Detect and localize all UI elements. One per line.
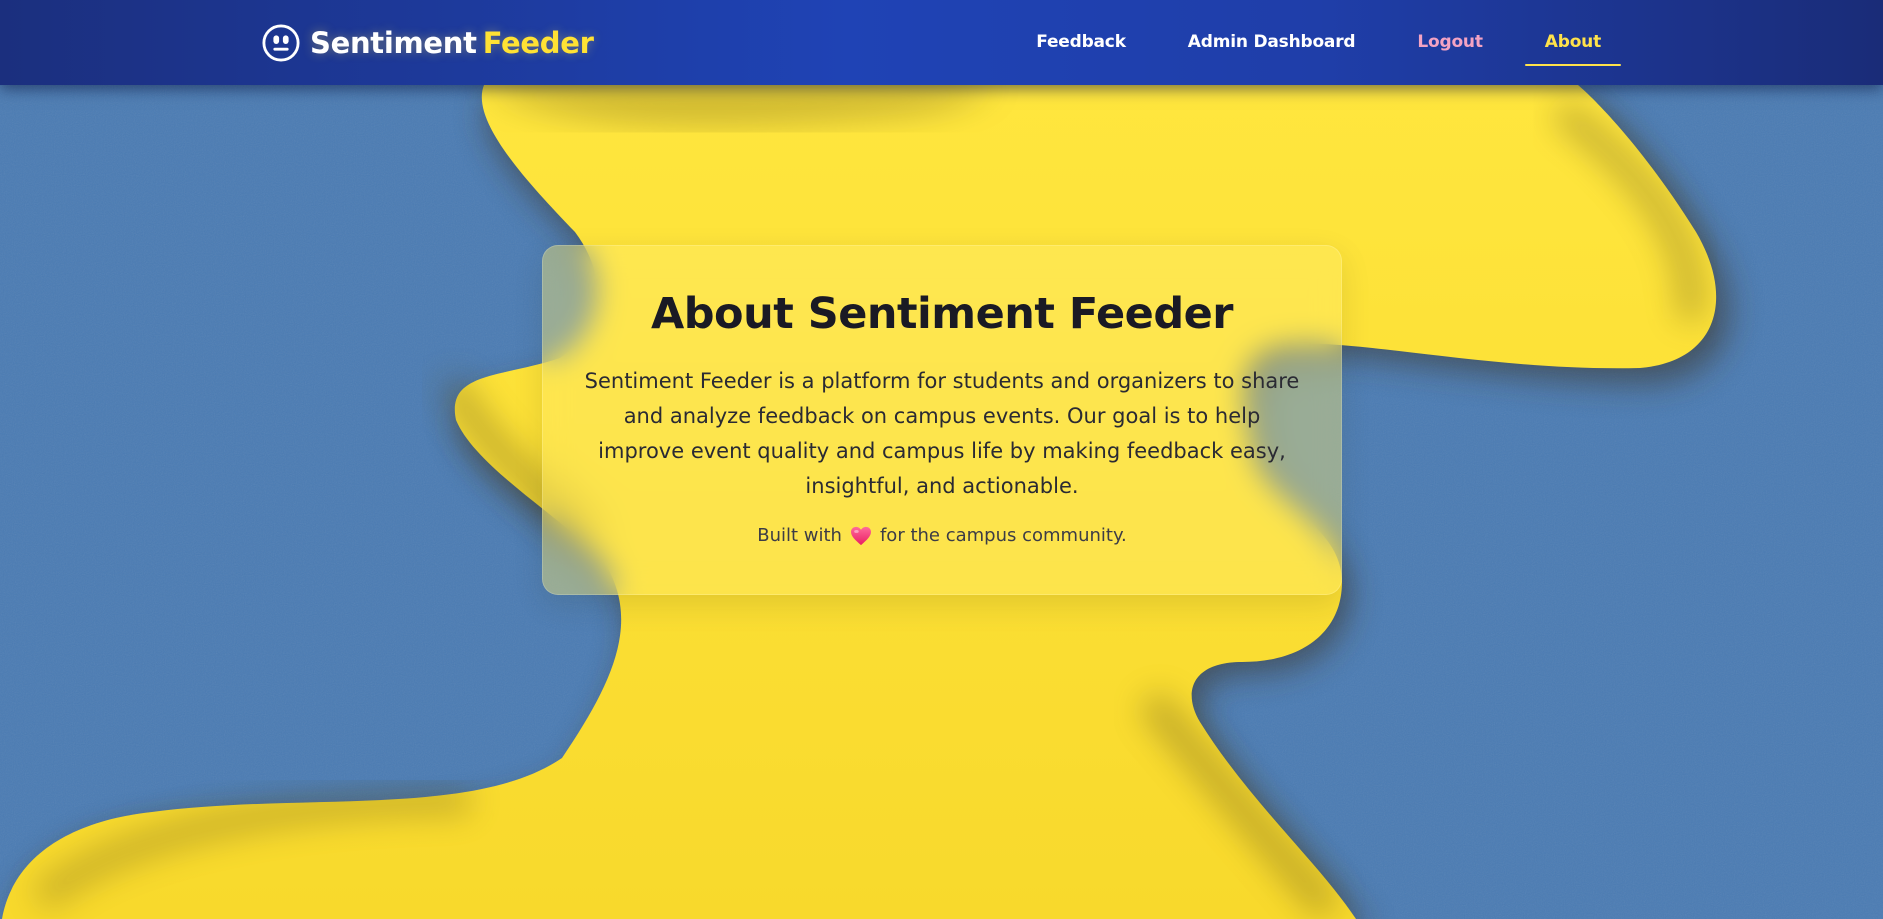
about-description: Sentiment Feeder is a platform for stude… xyxy=(584,369,1300,498)
nav-link-about[interactable]: About xyxy=(1524,22,1622,66)
brand-name-part1: Sentiment xyxy=(310,26,477,60)
neutral-face-icon xyxy=(262,24,300,62)
brand-logo-link[interactable]: Sentiment Feeder xyxy=(262,22,594,64)
brand-name-part2: Feeder xyxy=(482,26,594,60)
footer-prefix: Built with xyxy=(757,525,842,546)
nav-link-logout[interactable]: Logout xyxy=(1397,22,1502,64)
page-title: About Sentiment Feeder xyxy=(651,289,1234,339)
brand-name: Sentiment Feeder xyxy=(310,26,594,60)
nav-link-feedback[interactable]: Feedback xyxy=(1016,22,1146,64)
about-footer: Built with for the campus community. xyxy=(579,522,1305,550)
nav-link-admin-dashboard[interactable]: Admin Dashboard xyxy=(1168,22,1376,64)
main-nav: Feedback Admin Dashboard Logout About xyxy=(1016,0,1622,85)
about-card: About Sentiment Feeder Sentiment Feeder … xyxy=(542,245,1342,595)
navbar: Sentiment Feeder Feedback Admin Dashboard… xyxy=(0,0,1883,85)
footer-suffix: for the campus community. xyxy=(879,525,1127,546)
heart-icon xyxy=(850,526,871,546)
